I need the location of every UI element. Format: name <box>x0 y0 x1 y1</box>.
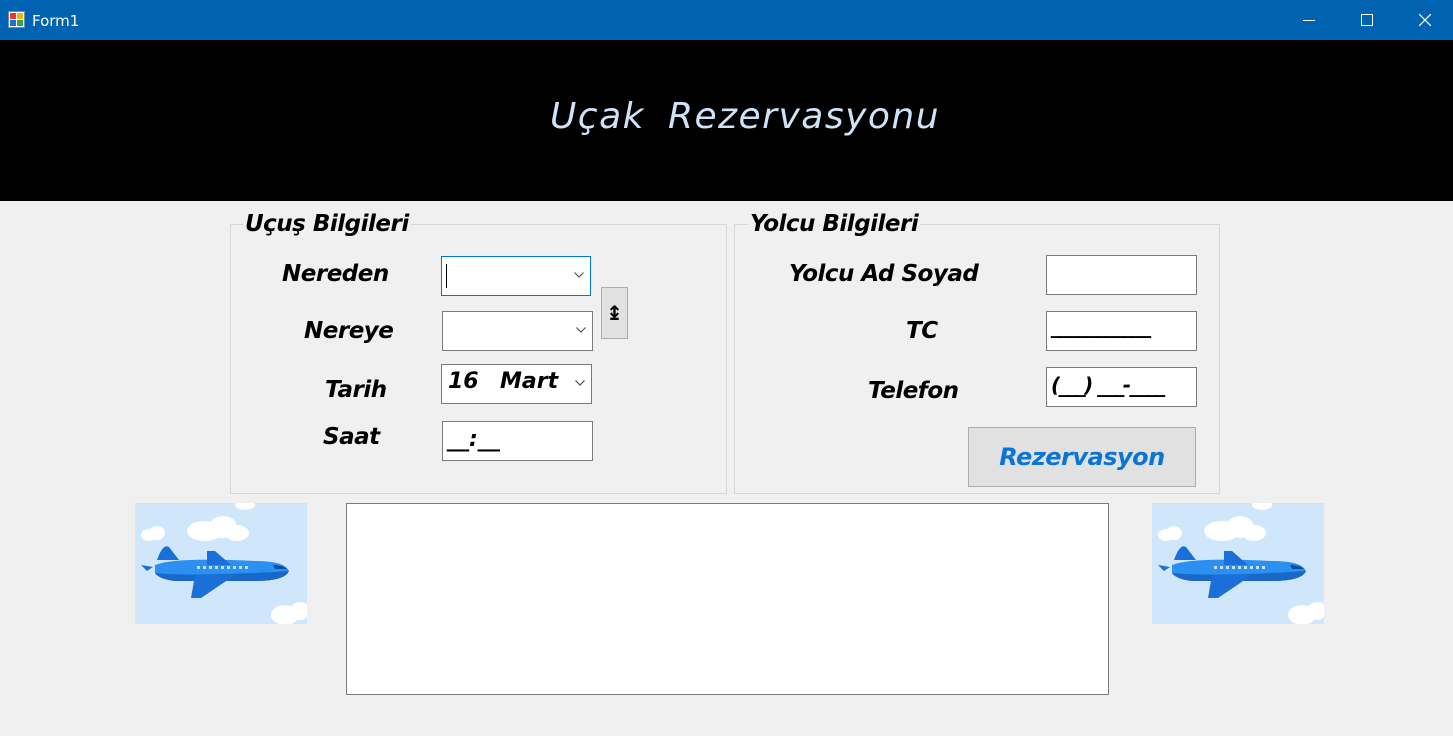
time-label: Saat <box>323 424 380 450</box>
close-icon <box>1419 14 1431 26</box>
chevron-down-icon <box>575 380 585 386</box>
date-month: Mart <box>500 369 559 394</box>
phone-mask: (___) ___-____ <box>1051 373 1165 397</box>
date-label: Tarih <box>325 377 387 403</box>
phone-label: Telefon <box>868 378 959 404</box>
tc-mask: ___________ <box>1051 314 1151 338</box>
chevron-down-icon <box>574 272 584 278</box>
title-bar: Form1 <box>0 0 1453 40</box>
minimize-icon <box>1303 20 1315 21</box>
from-combobox[interactable] <box>441 256 591 296</box>
reservation-button[interactable]: Rezervasyon <box>968 427 1196 487</box>
banner-title: Uçak Rezervasyonu <box>549 96 941 137</box>
phone-masked-input[interactable]: (___) ___-____ <box>1046 367 1197 407</box>
flight-info-title: Uçuş Bilgileri <box>243 211 411 237</box>
date-day: 16 <box>448 369 479 394</box>
time-masked-input[interactable]: __:__ <box>442 421 593 461</box>
chevron-down-icon <box>576 327 586 333</box>
name-input[interactable] <box>1046 255 1197 295</box>
maximize-button[interactable] <box>1338 0 1396 40</box>
time-mask: __:__ <box>447 427 500 452</box>
close-button[interactable] <box>1396 0 1453 40</box>
tc-masked-input[interactable]: ___________ <box>1046 311 1197 351</box>
to-combobox[interactable] <box>442 311 593 351</box>
header-banner: Uçak Rezervasyonu <box>0 40 1453 201</box>
app-icon <box>8 11 25 28</box>
to-label: Nereye <box>304 318 394 344</box>
tc-label: TC <box>906 318 938 344</box>
name-label: Yolcu Ad Soyad <box>789 261 979 287</box>
date-picker[interactable]: 16 Mart <box>441 364 592 404</box>
passenger-info-title: Yolcu Bilgileri <box>748 211 921 237</box>
swap-button[interactable]: ↨ <box>601 287 628 339</box>
from-label: Nereden <box>282 261 389 287</box>
text-caret <box>446 264 447 288</box>
airplane-illustration <box>135 503 307 624</box>
window-title: Form1 <box>32 12 80 30</box>
maximize-icon <box>1361 14 1373 26</box>
minimize-button[interactable] <box>1280 0 1338 40</box>
reservation-output-box[interactable] <box>346 503 1109 695</box>
airplane-illustration <box>1152 503 1324 624</box>
